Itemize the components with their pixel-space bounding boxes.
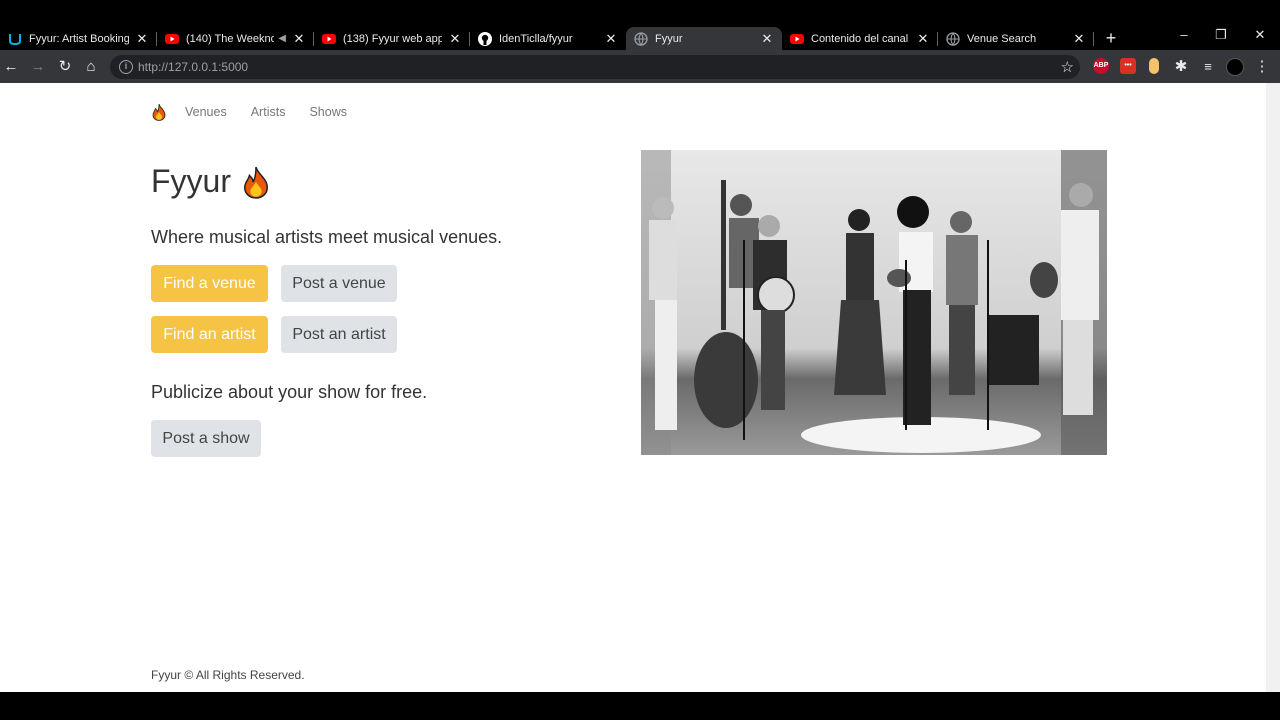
post-show-button[interactable]: Post a show xyxy=(151,420,261,457)
close-icon[interactable]: ✕ xyxy=(448,31,462,47)
page-viewport: Venues Artists Shows Fyyur Where musical… xyxy=(0,83,1266,692)
close-icon[interactable]: ✕ xyxy=(916,31,930,47)
page-title: Fyyur xyxy=(151,163,271,200)
publicize-text: Publicize about your show for free. xyxy=(151,382,428,402)
globe-icon xyxy=(946,31,960,46)
youtube-icon xyxy=(790,32,804,46)
close-icon[interactable]: ✕ xyxy=(1072,31,1086,47)
info-icon[interactable]: i xyxy=(119,60,133,74)
nav-artists-link[interactable]: Artists xyxy=(251,105,286,119)
tab-venue-search[interactable]: Venue Search ✕ xyxy=(938,27,1094,50)
bookmark-star-icon[interactable]: ☆ xyxy=(1061,58,1074,76)
minimize-icon[interactable]: – xyxy=(1174,27,1194,42)
back-icon[interactable]: ← xyxy=(1,57,21,77)
hero-subtitle: Where musical artists meet musical venue… xyxy=(151,227,503,247)
home-icon[interactable]: ⌂ xyxy=(81,57,101,77)
extensions-puzzle-icon[interactable]: ✱ xyxy=(1171,57,1191,77)
tab-title: (138) Fyyur web app de xyxy=(343,32,442,45)
post-artist-button[interactable]: Post an artist xyxy=(281,316,397,353)
tab-title: Venue Search xyxy=(967,32,1037,45)
adblock-plus-icon[interactable]: ABP xyxy=(1093,58,1109,74)
post-venue-button[interactable]: Post a venue xyxy=(281,265,397,302)
new-tab-icon[interactable]: + xyxy=(1101,28,1121,48)
page-title-text: Fyyur xyxy=(151,163,231,199)
restore-icon[interactable]: ❐ xyxy=(1211,27,1231,43)
menu-dots-icon[interactable]: ⋮ xyxy=(1252,57,1272,77)
close-icon[interactable]: ✕ xyxy=(760,31,774,47)
find-artist-button[interactable]: Find an artist xyxy=(151,316,268,353)
tab-contenido-del-canal[interactable]: Contenido del canal - Y ✕ xyxy=(782,27,938,50)
github-icon xyxy=(478,31,492,46)
find-venue-button[interactable]: Find a venue xyxy=(151,265,268,302)
url-text: http://127.0.0.1:5000 xyxy=(138,60,248,74)
forward-icon[interactable]: → xyxy=(28,57,48,77)
footer-text: Fyyur © All Rights Reserved. xyxy=(151,668,305,682)
window-close-icon[interactable]: ✕ xyxy=(1250,27,1270,43)
close-icon[interactable]: ✕ xyxy=(292,31,306,47)
tab-fyyur-web-app[interactable]: (138) Fyyur web app de ✕ xyxy=(314,27,470,50)
url-port: :5000 xyxy=(218,60,249,74)
extension-red-icon[interactable]: ••• xyxy=(1120,58,1136,74)
tab-fyyur[interactable]: Fyyur ✕ xyxy=(626,27,782,50)
tab-title: IdenTiclla/fyyur xyxy=(499,32,573,45)
page-scrollbar[interactable] xyxy=(1266,83,1280,692)
close-icon[interactable]: ✕ xyxy=(135,31,149,47)
taskbar-strip xyxy=(0,692,1280,720)
url-host: http://127.0.0.1 xyxy=(138,60,219,74)
nav-shows-link[interactable]: Shows xyxy=(309,105,347,119)
browser-tab-strip: Fyyur: Artist Booking St ✕ (140) The Wee… xyxy=(0,0,1280,50)
globe-icon xyxy=(634,31,648,46)
speaker-icon[interactable]: ◀︎ xyxy=(278,33,286,44)
profile-avatar[interactable] xyxy=(1226,58,1244,76)
band-photo xyxy=(641,150,1107,455)
tab-github-fyyur[interactable]: IdenTiclla/fyyur ✕ xyxy=(470,27,626,50)
tab-separator xyxy=(1093,32,1094,46)
tab-title: Fyyur: Artist Booking St xyxy=(29,32,129,45)
udacity-icon xyxy=(8,32,22,46)
tab-fyyur-artist-booking[interactable]: Fyyur: Artist Booking St ✕ xyxy=(0,27,157,50)
youtube-icon xyxy=(322,32,336,46)
browser-toolbar: ← → ↻ ⌂ i http://127.0.0.1:5000 ☆ ABP ••… xyxy=(0,50,1280,83)
nav-venues-link[interactable]: Venues xyxy=(185,105,227,119)
close-icon[interactable]: ✕ xyxy=(604,31,618,47)
fire-logo-icon[interactable] xyxy=(151,103,167,121)
tab-title: (140) The Weeknd xyxy=(186,32,275,45)
address-bar[interactable]: i http://127.0.0.1:5000 ☆ xyxy=(110,55,1080,79)
site-navbar: Venues Artists Shows xyxy=(151,103,371,121)
fire-icon xyxy=(241,165,271,199)
media-queue-icon[interactable]: ≡ xyxy=(1198,57,1218,77)
youtube-icon xyxy=(165,32,179,46)
reload-icon[interactable]: ↻ xyxy=(55,57,75,77)
tab-title: Contenido del canal - Y xyxy=(811,32,910,45)
extension-capsule-icon[interactable] xyxy=(1149,58,1159,74)
tab-the-weeknd[interactable]: (140) The Weeknd ◀︎ ✕ xyxy=(157,27,314,50)
tab-title: Fyyur xyxy=(655,32,683,45)
